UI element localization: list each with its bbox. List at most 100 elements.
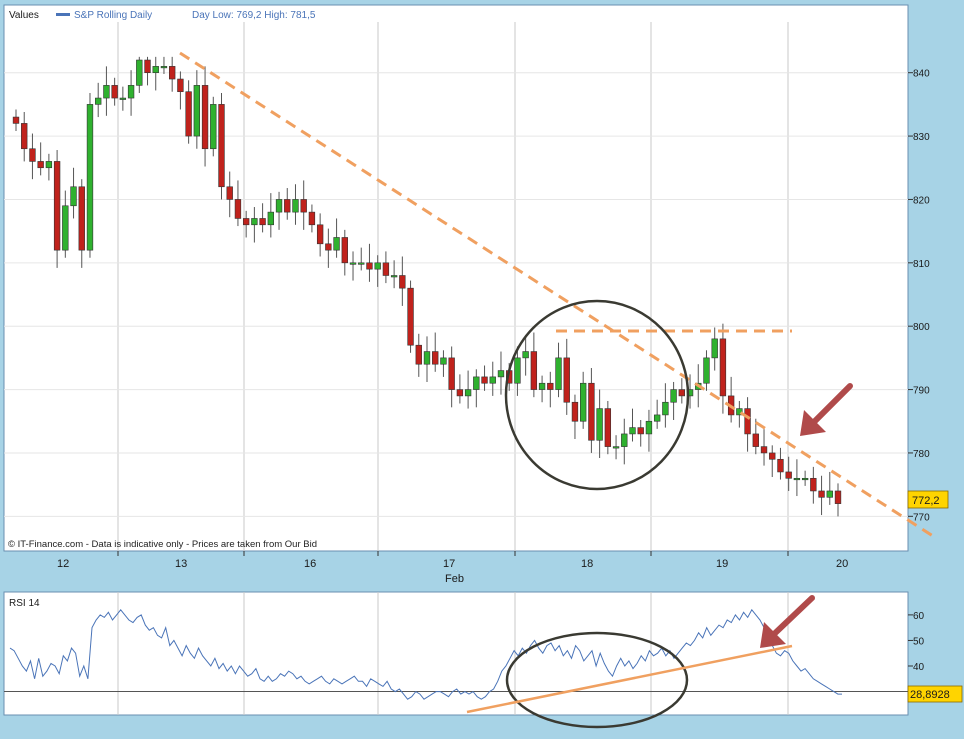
price-candle <box>218 92 225 200</box>
price-tick-label: 800 <box>913 322 930 333</box>
candle-body <box>637 427 644 435</box>
candle-body <box>596 408 603 441</box>
candle-body <box>242 218 250 226</box>
candle-body <box>234 199 242 219</box>
candle-body <box>818 490 825 498</box>
candle-body <box>826 490 833 498</box>
candle-body <box>201 85 209 150</box>
price-tick-label: 770 <box>913 512 930 523</box>
price-tick-label: 790 <box>913 386 930 397</box>
candle-body <box>308 211 316 226</box>
candle-body <box>456 389 464 397</box>
candle-body <box>382 262 390 276</box>
price-tick-label: 820 <box>913 195 930 206</box>
candle-body <box>251 218 258 226</box>
candle-body <box>358 262 365 265</box>
candle-body <box>111 85 118 99</box>
candle-body <box>21 123 28 150</box>
price-tick-label: 830 <box>913 132 930 143</box>
price-tick-label: 810 <box>913 259 930 270</box>
candle-body <box>703 357 710 384</box>
candle-body <box>160 66 168 69</box>
candle-body <box>670 389 677 403</box>
candle-body <box>785 471 792 479</box>
chart-canvas: 770 780 790 800 810 820 830 840 Values S&P Roll… <box>3 4 963 729</box>
rsi-last-value: 28,8928 <box>910 689 950 701</box>
candle-body <box>678 389 685 397</box>
candle-body <box>333 237 340 251</box>
candle-body <box>177 78 184 93</box>
candle-body <box>629 427 636 435</box>
candle-body <box>777 458 784 473</box>
candle-body <box>374 262 381 270</box>
candle-body <box>53 161 61 251</box>
candle-body <box>538 382 546 390</box>
price-candle <box>53 150 61 268</box>
price-candle <box>407 280 414 353</box>
candle-body <box>432 351 439 365</box>
candle-body <box>37 161 44 169</box>
x-tick-label: 12 <box>57 558 69 570</box>
candle-body <box>95 97 102 105</box>
candle-body <box>448 357 455 390</box>
candle-body <box>423 351 431 365</box>
rsi-tick-label: 50 <box>913 636 925 647</box>
x-tick-label: 16 <box>304 558 316 570</box>
x-tick-label: 13 <box>175 558 187 570</box>
candle-body <box>12 116 20 124</box>
candle-body <box>407 287 414 346</box>
candle-body <box>275 199 283 213</box>
x-tick-label: 20 <box>836 558 848 570</box>
candle-body <box>530 351 538 390</box>
candle-body <box>267 211 274 226</box>
price-axis: 770 780 790 800 810 820 830 840 <box>908 69 930 523</box>
price-candle <box>604 400 612 455</box>
candle-body <box>366 262 373 270</box>
rsi-tick-label: 60 <box>913 611 925 622</box>
candle-body <box>62 205 69 251</box>
candle-body <box>653 414 661 422</box>
candle-body <box>70 186 77 207</box>
candle-body <box>464 389 472 397</box>
candle-body <box>300 199 307 213</box>
candle-body <box>612 446 620 449</box>
candle-body <box>390 275 398 278</box>
candle-body <box>481 376 488 384</box>
x-tick-label: 19 <box>716 558 728 570</box>
candle-body <box>440 357 447 365</box>
rsi-axis: 40 50 60 <box>908 611 925 673</box>
candle-body <box>210 104 217 150</box>
candle-body <box>810 477 817 492</box>
candle-body <box>604 408 612 447</box>
candle-body <box>144 59 151 73</box>
x-tick-label: 17 <box>443 558 455 570</box>
values-label: Values <box>9 10 39 21</box>
candle-body <box>580 382 587 422</box>
candle-body <box>169 66 176 80</box>
x-tick-label: 18 <box>581 558 593 570</box>
candle-body <box>86 104 94 251</box>
candle-body <box>834 490 842 504</box>
x-axis: 12 13 16 17 18 19 20 <box>57 551 848 570</box>
candle-body <box>341 237 348 264</box>
candle-body <box>769 452 776 460</box>
candle-body <box>399 275 406 289</box>
candle-body <box>325 243 332 251</box>
candle-body <box>801 477 809 481</box>
candle-body <box>744 408 751 435</box>
candle-body <box>547 382 554 390</box>
candle-body <box>588 382 595 441</box>
candle-body <box>103 85 110 99</box>
candle-body <box>473 376 480 390</box>
candle-body <box>571 401 579 422</box>
candle-body <box>415 344 422 365</box>
last-price-badge: 772,2 <box>907 490 949 509</box>
last-price-value: 772,2 <box>912 495 940 507</box>
candle-body <box>621 433 628 447</box>
candle-body <box>349 262 357 265</box>
candle-body <box>793 477 801 481</box>
candle-body <box>752 433 759 447</box>
candle-body <box>284 199 291 213</box>
rsi-tick-label: 40 <box>913 662 925 673</box>
day-low-high: Day Low: 769,2 High: 781,5 <box>192 10 316 21</box>
